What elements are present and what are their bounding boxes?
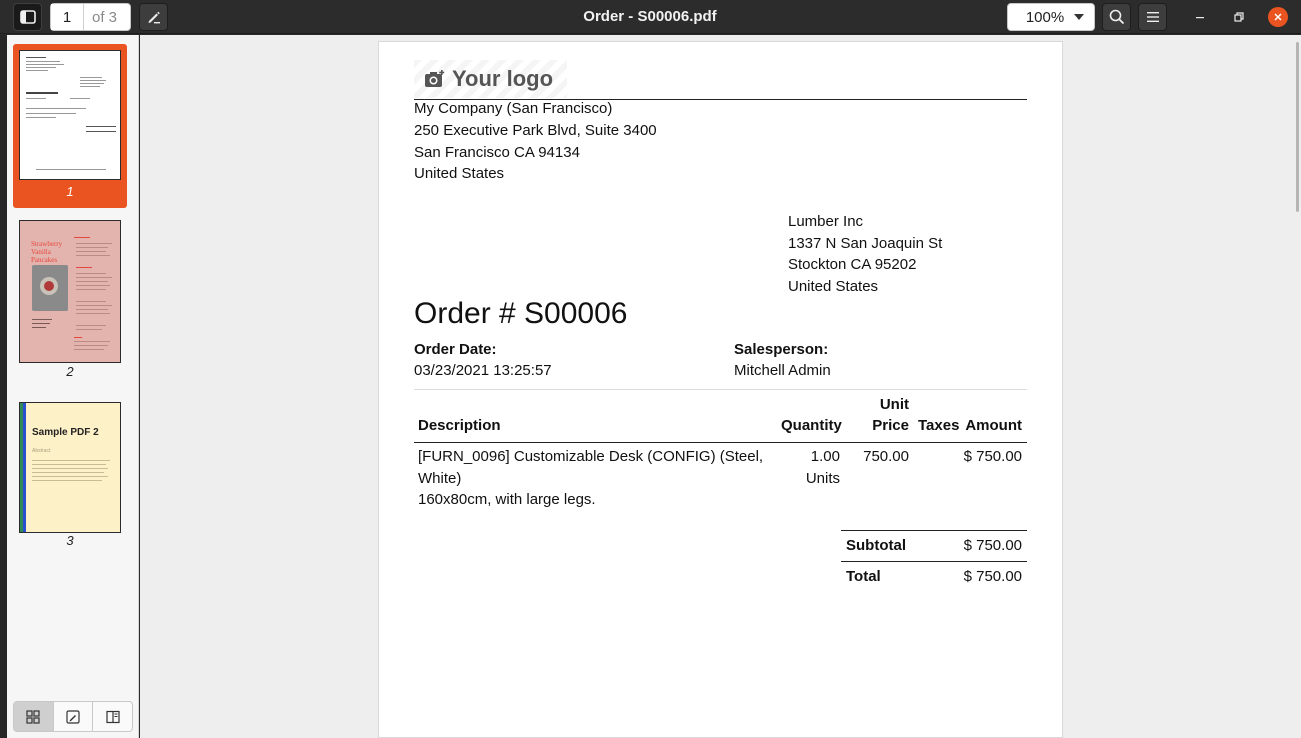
info-divider: [414, 389, 1027, 390]
col-header-unit: Unit: [879, 396, 909, 413]
thumbnail-image: Sample PDF 2 Abstract: [19, 402, 121, 533]
col-header-description: Description: [418, 417, 501, 434]
page-number-input[interactable]: [51, 4, 84, 30]
col-header-taxes: Taxes: [918, 417, 960, 434]
col-header-quantity: Quantity: [781, 417, 842, 434]
logo-text: Your logo: [452, 66, 554, 91]
col-header-amount: Amount: [965, 417, 1022, 434]
customer-name: Lumber Inc: [788, 213, 864, 230]
sidebar-icon: [19, 10, 36, 24]
company-street: 250 Executive Park Blvd, Suite 3400: [414, 122, 657, 139]
total-value: $ 750.00: [963, 568, 1022, 585]
close-icon: [1274, 13, 1282, 21]
order-title: Order # S00006: [414, 297, 628, 330]
total-label: Total: [846, 568, 881, 585]
customer-city: Stockton CA 95202: [788, 256, 917, 273]
maximize-button[interactable]: [1224, 3, 1253, 31]
page-count-label: of 3: [92, 8, 118, 26]
restore-icon: [1233, 12, 1244, 22]
sidebar-view-switcher: [13, 701, 133, 732]
subtotal-label: Subtotal: [846, 537, 906, 554]
company-logo: Your logo: [414, 60, 567, 98]
total-rule: [841, 561, 1027, 562]
salesperson-label: Salesperson:: [734, 341, 829, 358]
book-icon: [106, 710, 120, 723]
row-amount: $ 750.00: [963, 448, 1022, 465]
pdf-viewer-window: of 3 Order - S00006.pdf 100%: [0, 0, 1301, 738]
customer-country: United States: [788, 278, 879, 295]
customer-street: 1337 N San Joaquin St: [788, 235, 943, 252]
minimize-button[interactable]: [1185, 3, 1214, 31]
company-name: My Company (San Francisco): [414, 100, 613, 117]
annotations-view-button[interactable]: [54, 702, 94, 731]
outline-view-button[interactable]: [93, 702, 132, 731]
pen-icon: [148, 11, 160, 24]
window-edge: [0, 35, 7, 738]
row-unit-price: 750.00: [863, 448, 909, 465]
order-date-value: 03/23/2021 13:25:57: [414, 362, 552, 379]
search-icon: [1109, 9, 1124, 25]
thumbnail-page-number: 2: [66, 364, 74, 379]
company-city: San Francisco CA 94134: [414, 144, 580, 161]
document-title: Order - S00006.pdf: [583, 8, 717, 25]
row-description-line3: 160x80cm, with large legs.: [418, 491, 596, 508]
grid-icon: [26, 709, 40, 724]
thumbnail-page-number: 1: [66, 184, 74, 199]
row-description-line2: White): [418, 470, 462, 487]
thumbnails-view-button[interactable]: [14, 702, 54, 731]
thumbnail-title: Sample PDF 2: [32, 427, 99, 438]
chevron-down-icon: [1074, 14, 1094, 20]
totals-top-rule: [841, 530, 1027, 531]
camera-icon: [425, 70, 445, 87]
zoom-select[interactable]: 100%: [1007, 3, 1095, 31]
thumbnail-subtitle: Abstract: [32, 448, 51, 454]
food-photo: [32, 265, 68, 311]
hamburger-icon: [1146, 12, 1159, 22]
search-button[interactable]: [1102, 3, 1131, 31]
pdf-page: Your logo My Company (San Francisco) 250…: [378, 41, 1063, 738]
order-date-label: Order Date:: [414, 341, 497, 358]
col-header-price: Price: [872, 417, 909, 434]
thumbnail-page-number: 3: [66, 533, 74, 548]
vertical-scrollbar[interactable]: [1296, 42, 1299, 212]
thumbnail-sidebar: 1 Strawberry Vanilla Pancakes 2 Sample P…: [7, 35, 139, 738]
annotate-button[interactable]: [139, 3, 168, 31]
minimize-icon: [1195, 17, 1204, 19]
row-description-line1: [FURN_0096] Customizable Desk (CONFIG) (…: [418, 448, 764, 465]
company-country: United States: [414, 165, 505, 182]
close-button[interactable]: [1268, 7, 1288, 27]
table-header-rule: [414, 442, 1027, 443]
header-bar: of 3 Order - S00006.pdf 100%: [0, 0, 1301, 34]
main-menu-button[interactable]: [1138, 3, 1167, 31]
row-quantity: 1.00: [810, 448, 840, 465]
row-uom: Units: [805, 470, 840, 487]
subtotal-value: $ 750.00: [963, 537, 1022, 554]
thumbnail-page-3[interactable]: Sample PDF 2 Abstract 3: [13, 396, 127, 552]
salesperson-value: Mitchell Admin: [734, 362, 831, 379]
thumbnail-image: [19, 50, 121, 180]
thumbnail-page-1[interactable]: 1: [13, 44, 127, 208]
thumbnail-image: Strawberry Vanilla Pancakes: [19, 220, 121, 363]
edit-icon: [66, 709, 80, 724]
thumbnail-page-2[interactable]: Strawberry Vanilla Pancakes 2: [13, 214, 127, 384]
page-navigation: of 3: [50, 3, 131, 31]
zoom-value: 100%: [1025, 8, 1065, 26]
sidebar-toggle-button[interactable]: [13, 3, 42, 31]
thumbnail-title: Strawberry Vanilla Pancakes: [31, 240, 63, 264]
